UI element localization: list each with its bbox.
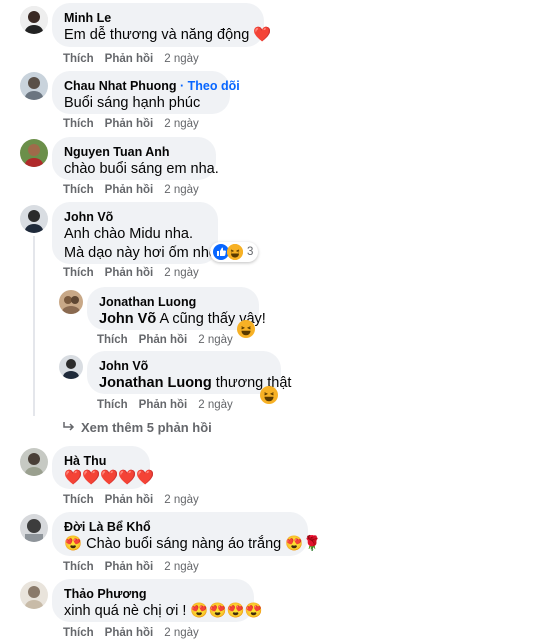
reply-button[interactable]: Phản hồi — [105, 493, 154, 507]
view-more-replies-link[interactable]: Xem thêm 5 phản hồi — [63, 420, 212, 435]
comment-bubble: Hà Thu ❤️❤️❤️❤️❤️ — [52, 446, 155, 489]
avatar-nguyen-tuan-anh[interactable] — [20, 139, 48, 167]
like-button[interactable]: Thích — [63, 52, 94, 66]
comment-timestamp[interactable]: 2 ngày — [164, 117, 199, 131]
avatar-john-vo-image — [20, 205, 48, 233]
reply-timestamp[interactable]: 2 ngày — [198, 398, 233, 412]
emoji-sequence: 😍😍😍😍 — [190, 603, 263, 619]
like-button[interactable]: Thích — [63, 493, 94, 507]
avatar-john-vo[interactable] — [59, 355, 83, 379]
avatar-ha-thu-image — [20, 448, 48, 476]
reply-actions: Thích Phản hồi 2 ngày — [97, 398, 233, 412]
comment-author[interactable]: Chau Nhat Phuong — [64, 79, 177, 93]
heart-emoji: ❤️ — [253, 27, 272, 43]
avatar-chau-nhat-phuong-image — [20, 72, 48, 100]
comment-text: chào buổi sáng em nha. — [64, 161, 219, 177]
reply-button[interactable]: Phản hồi — [105, 626, 154, 640]
comment-text-line: Mà dạo này hơi ốm nhé. — [64, 245, 222, 261]
like-button[interactable]: Thích — [63, 560, 94, 574]
avatar-minh-le-image — [20, 6, 48, 34]
reply-thread-line — [33, 236, 35, 416]
like-button[interactable]: Thích — [63, 266, 94, 280]
comment-actions: Thích Phản hồi 2 ngày — [63, 266, 199, 280]
reaction-count: 3 — [247, 246, 254, 258]
avatar-doi-la-be-kho-image — [20, 514, 48, 542]
comment-timestamp[interactable]: 2 ngày — [164, 52, 199, 66]
comment-actions: Thích Phản hồi 2 ngày — [63, 626, 199, 640]
reply-button[interactable]: Phản hồi — [105, 266, 154, 280]
avatar-ha-thu[interactable] — [20, 448, 48, 476]
comment-actions: Thích Phản hồi 2 ngày — [63, 560, 199, 574]
avatar-thao-phuong-image — [20, 581, 48, 609]
haha-reaction-icon[interactable] — [237, 320, 255, 343]
avatar-jonathan-luong[interactable] — [59, 290, 83, 314]
avatar-minh-le[interactable] — [20, 6, 48, 34]
comment-bubble: Minh Le Em dễ thương và năng động ❤️ — [52, 3, 272, 47]
comment-author[interactable]: Nguyen Tuan Anh — [64, 144, 204, 160]
reply-button[interactable]: Phản hồi — [139, 333, 188, 347]
reply-bubble: John Võ Jonathan Luong thương thật — [87, 351, 292, 394]
emoji-sequence: 😍🌹 — [285, 536, 322, 552]
comment-timestamp[interactable]: 2 ngày — [164, 626, 199, 640]
comment-bubble: Thảo Phương xinh quá nè chị ơi ! 😍😍😍😍 — [52, 579, 263, 622]
like-button[interactable]: Thích — [63, 183, 94, 197]
comment-actions: Thích Phản hồi 2 ngày — [63, 117, 199, 131]
comment-actions: Thích Phản hồi 2 ngày — [63, 183, 199, 197]
comment-author[interactable]: Đời Là Bể Khổ — [64, 519, 296, 535]
heart-eyes-emoji: 😍 — [64, 536, 83, 552]
reaction-summary[interactable]: 3 — [210, 242, 259, 262]
comment-actions: Thích Phản hồi 2 ngày — [63, 493, 199, 507]
avatar-john-vo[interactable] — [20, 205, 48, 233]
comment-bubble: Đời Là Bể Khổ 😍 Chào buổi sáng nàng áo t… — [52, 512, 322, 556]
avatar-jonathan-luong-image — [59, 290, 83, 314]
reply-bubble: Jonathan Luong John Võ A cũng thấy vậy! — [87, 287, 266, 330]
reply-timestamp[interactable]: 2 ngày — [198, 333, 233, 347]
avatar-john-vo-image — [59, 355, 83, 379]
like-button[interactable]: Thích — [63, 117, 94, 131]
haha-reaction-icon[interactable] — [260, 386, 278, 409]
comment-bubble: Chau Nhat Phuong · Theo dõi Buổi sáng hạ… — [52, 71, 240, 114]
hearts-text: ❤️❤️❤️❤️❤️ — [64, 470, 155, 486]
follow-link[interactable]: · Theo dõi — [180, 79, 240, 93]
comment-author[interactable]: Minh Le — [64, 10, 252, 26]
reply-button[interactable]: Phản hồi — [105, 183, 154, 197]
comment-timestamp[interactable]: 2 ngày — [164, 183, 199, 197]
comment-text: Em dễ thương và năng động ❤️ — [64, 27, 272, 43]
reply-button[interactable]: Phản hồi — [105, 560, 154, 574]
comment-actions: Thích Phản hồi 2 ngày — [63, 52, 199, 66]
like-button[interactable]: Thích — [97, 398, 128, 412]
comment-text-line: Anh chào Midu nha. — [64, 226, 193, 242]
mention-link[interactable]: John Võ — [99, 311, 156, 327]
comment-bubble: John Võ Anh chào Midu nha. Mà dạo này hơ… — [52, 202, 222, 264]
comment-timestamp[interactable]: 2 ngày — [164, 560, 199, 574]
reply-text: John Võ A cũng thấy vậy! — [99, 311, 266, 327]
avatar-nguyen-tuan-anh-image — [20, 139, 48, 167]
comment-author-line: Chau Nhat Phuong · Theo dõi — [64, 78, 240, 94]
reply-button[interactable]: Phản hồi — [105, 52, 154, 66]
avatar-doi-la-be-kho[interactable] — [20, 514, 48, 542]
comment-author[interactable]: John Võ — [64, 209, 206, 225]
comment-timestamp[interactable]: 2 ngày — [164, 266, 199, 280]
reply-author[interactable]: Jonathan Luong — [99, 294, 247, 310]
haha-reaction-icon — [227, 244, 243, 260]
comment-timestamp[interactable]: 2 ngày — [164, 493, 199, 507]
mention-link[interactable]: Jonathan Luong — [99, 375, 212, 391]
comment-text: 😍 Chào buổi sáng nàng áo trắng 😍🌹 — [64, 536, 322, 552]
like-button[interactable]: Thích — [97, 333, 128, 347]
comment-bubble: Nguyen Tuan Anh chào buổi sáng em nha. — [52, 137, 219, 180]
reply-actions: Thích Phản hồi 2 ngày — [97, 333, 233, 347]
reply-text: Jonathan Luong thương thật — [99, 375, 292, 391]
like-button[interactable]: Thích — [63, 626, 94, 640]
comment-author[interactable]: Thảo Phương — [64, 586, 242, 602]
reply-button[interactable]: Phản hồi — [105, 117, 154, 131]
avatar-chau-nhat-phuong[interactable] — [20, 72, 48, 100]
comment-text: xinh quá nè chị ơi ! 😍😍😍😍 — [64, 603, 263, 619]
reply-button[interactable]: Phản hồi — [139, 398, 188, 412]
comment-author[interactable]: Hà Thu — [64, 453, 138, 469]
reply-author[interactable]: John Võ — [99, 358, 269, 374]
comment-text: Buổi sáng hạnh phúc — [64, 95, 201, 111]
reply-arrow-icon — [63, 420, 75, 435]
avatar-thao-phuong[interactable] — [20, 581, 48, 609]
